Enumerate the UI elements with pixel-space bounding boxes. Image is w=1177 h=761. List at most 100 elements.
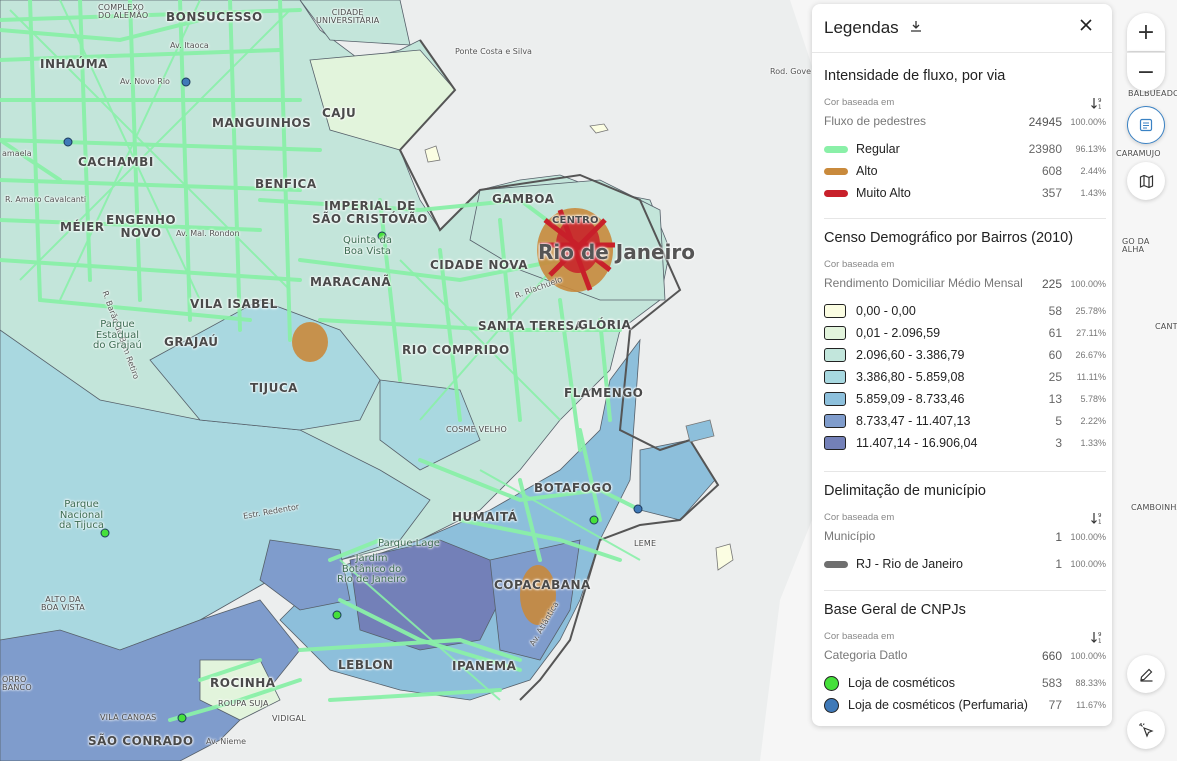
legend-swatch — [824, 392, 846, 406]
legend-swatch — [824, 304, 846, 318]
map-label-vila-canoas: VILA CANOAS — [100, 713, 157, 722]
map-label-cosme-velho: COSME VELHO — [446, 425, 507, 434]
legend-item[interactable]: RJ - Rio de Janeiro 1 100.00% — [812, 555, 1112, 577]
legend-item-percent: 1.33% — [1080, 438, 1106, 448]
legend-item[interactable]: 2.096,60 - 3.386,79 60 26.67% — [812, 346, 1112, 368]
map-label-maracana: MARACANÃ — [310, 275, 392, 289]
legend-item-count: 608 — [1041, 164, 1062, 178]
legend-section: Intensidade de fluxo, por via Cor baseada… — [812, 56, 1112, 200]
legend-swatch — [824, 370, 846, 384]
legend-toggle-button[interactable] — [1127, 106, 1165, 144]
legend-item-label: Muito Alto — [856, 186, 911, 200]
legend-item-count: 13 — [1048, 392, 1062, 406]
legend-item[interactable]: 11.407,14 - 16.906,04 3 1.33% — [812, 434, 1112, 456]
legend-swatch — [824, 676, 839, 691]
map-label-amaro-cavalcanti: R. Amaro Cavalcanti — [5, 195, 87, 204]
map-label-cidade-nova: CIDADE NOVA — [430, 258, 529, 272]
legend-item[interactable]: 5.859,09 - 8.733,46 13 5.78% — [812, 390, 1112, 412]
legend-item-count: 1 — [1055, 557, 1062, 571]
color-basis-caption: Cor baseada em — [824, 631, 895, 642]
map-label-cidade-universitaria: CIDADE UNIVERSITÁRIA — [316, 8, 380, 26]
legend-item-percent: 11.11% — [1076, 372, 1106, 382]
legend-item-percent: 25.78% — [1075, 306, 1106, 316]
section-divider — [824, 590, 1106, 591]
map-label-jardim-botanico: Jardim Botânico do Rio de Janeiro — [337, 553, 407, 585]
svg-text:9: 9 — [1098, 98, 1102, 104]
legend-item-label: Loja de cosméticos — [848, 676, 956, 690]
total-percent: 100.00% — [1070, 117, 1106, 127]
legend-item[interactable]: 8.733,47 - 11.407,13 5 2.22% — [812, 412, 1112, 434]
legend-item-count: 25 — [1048, 370, 1062, 384]
legend-swatch — [824, 168, 848, 175]
legend-item-label: 8.733,47 - 11.407,13 — [856, 414, 971, 428]
section-title: Censo Demográfico por Bairros (2010) — [824, 230, 1074, 246]
map-label-inhauma: INHAÚMA — [40, 57, 108, 71]
sort-icon[interactable]: 91 — [1090, 96, 1104, 113]
legend-item-label: 0,00 - 0,00 — [856, 304, 916, 318]
map-label-parque-tijuca: Parque Nacional da Tijuca — [59, 499, 104, 531]
map-label-centro: CENTRO — [552, 215, 599, 226]
map-label-caju: CAJU — [322, 106, 357, 120]
legend-item-percent: 2.44% — [1080, 166, 1106, 176]
legend-item-label: Loja de cosméticos (Perfumaria) — [848, 698, 1028, 712]
map-label-av-mal-rondon: Av. Mal. Rondon — [176, 229, 240, 238]
section-title: Base Geral de CNPJs — [824, 602, 966, 618]
map-label-orro-banco: ORRO BANCO — [2, 675, 32, 693]
legend-item-label: 3.386,80 - 5.859,08 — [856, 370, 965, 384]
list-icon — [1139, 118, 1153, 132]
legend-item[interactable]: 0,00 - 0,00 58 25.78% — [812, 302, 1112, 324]
legend-item[interactable]: Alto 608 2.44% — [812, 162, 1112, 184]
legend-item-label: Alto — [856, 164, 878, 178]
close-icon[interactable] — [1078, 15, 1094, 37]
basis-label: Fluxo de pedestres — [824, 114, 927, 128]
sort-icon[interactable]: 91 — [1090, 511, 1104, 528]
zoom-in-button[interactable]: + — [1127, 13, 1165, 51]
legend-item-label: 2.096,60 - 3.386,79 — [856, 348, 965, 362]
zoom-out-button[interactable]: − — [1127, 52, 1165, 91]
map-label-rio-de-janeiro: Rio de Janeiro — [538, 240, 696, 264]
color-basis-caption: Cor baseada em — [824, 97, 895, 108]
legend-item[interactable]: Regular 23980 96.13% — [812, 140, 1112, 162]
legend-item-label: 0,01 - 2.096,59 — [856, 326, 941, 340]
map-label-botafogo: BOTAFOGO — [534, 481, 613, 495]
legend-item[interactable]: Loja de cosméticos (Perfumaria) 77 11.67… — [812, 696, 1112, 718]
legend-item-count: 61 — [1048, 326, 1062, 340]
basis-label: Município — [824, 529, 876, 543]
legend-swatch — [824, 348, 846, 362]
svg-text:1: 1 — [1098, 639, 1102, 645]
edit-icon — [1139, 668, 1152, 682]
legend-item-count: 357 — [1041, 186, 1062, 200]
legend-item[interactable]: Muito Alto 357 1.43% — [812, 184, 1112, 206]
total-count: 24945 — [1028, 115, 1062, 129]
legend-item-count: 583 — [1041, 676, 1062, 690]
map-label-roupa-suja: ROUPA SUJA — [218, 699, 269, 708]
legend-item-count: 60 — [1048, 348, 1062, 362]
map-label-engenho-novo: ENGENHO NOVO — [106, 213, 177, 240]
map-label-gloria: GLÓRIA — [578, 318, 632, 332]
edit-button[interactable] — [1127, 655, 1165, 693]
legend-item-label: 5.859,09 - 8.733,46 — [856, 392, 965, 406]
map-label-rocinha: ROCINHA — [210, 676, 276, 690]
legend-swatch — [824, 190, 848, 197]
legend-item-percent: 26.67% — [1075, 350, 1106, 360]
color-basis-caption: Cor baseada em — [824, 512, 895, 523]
map-label-camboinha: CAMBOINHA — [1131, 503, 1177, 512]
map-label-humaita: HUMAITÁ — [452, 510, 518, 524]
legend-item-count: 58 — [1048, 304, 1062, 318]
total-count: 660 — [1041, 649, 1062, 663]
section-divider — [824, 471, 1106, 472]
map-label-amaela: amaela — [2, 149, 32, 158]
map-label-bonsucesso: BONSUCESSO — [166, 10, 263, 24]
map-label-vidigal: VIDIGAL — [272, 714, 306, 723]
legend-item[interactable]: 0,01 - 2.096,59 61 27.11% — [812, 324, 1112, 346]
sort-icon[interactable]: 91 — [1090, 630, 1104, 647]
map-label-ponte-costa-silva: Ponte Costa e Silva — [455, 47, 532, 56]
legend-item[interactable]: 3.386,80 - 5.859,08 25 11.11% — [812, 368, 1112, 390]
basis-label: Rendimento Domiciliar Médio Mensal — [824, 276, 1023, 290]
download-icon[interactable] — [910, 20, 922, 35]
map-label-parque-lage: Parque Lage — [378, 538, 440, 549]
map-layers-button[interactable] — [1127, 162, 1165, 200]
map-label-leme: LEME — [634, 539, 657, 548]
legend-item[interactable]: Loja de cosméticos 583 88.33% — [812, 674, 1112, 696]
select-button[interactable] — [1127, 711, 1165, 749]
